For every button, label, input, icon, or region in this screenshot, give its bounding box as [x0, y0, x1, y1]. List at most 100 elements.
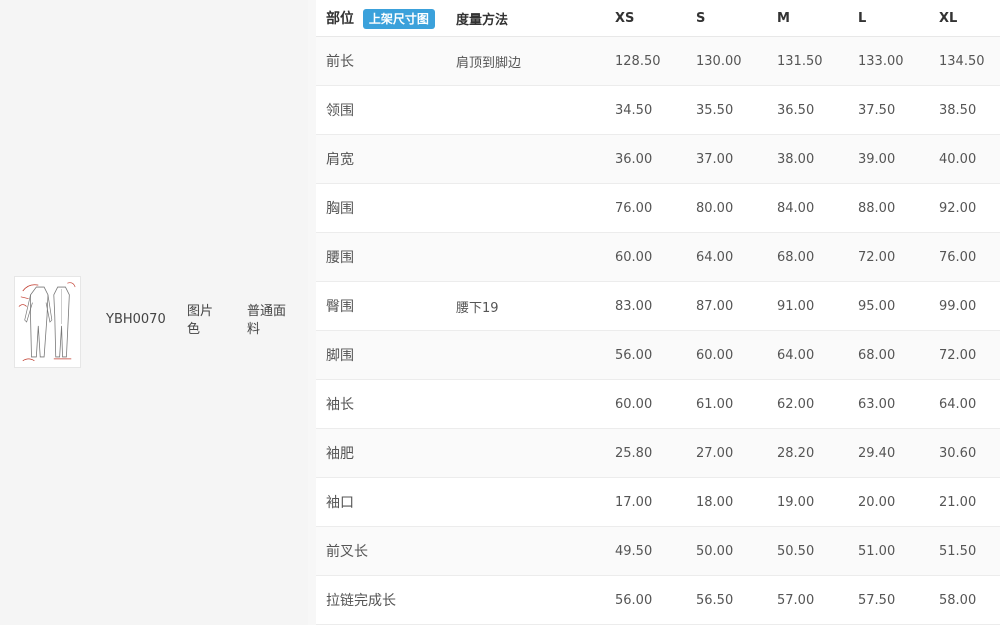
table-row: 袖长 60.00 61.00 62.00 63.00 64.00 [316, 379, 1000, 429]
cell-size-value: 36.00 [615, 134, 696, 184]
cell-size-value: 39.00 [858, 134, 939, 184]
cell-method [456, 85, 615, 135]
cell-size-value: 36.50 [777, 85, 858, 135]
cell-size-value: 25.80 [615, 428, 696, 478]
table-row: 腰围 60.00 64.00 68.00 72.00 76.00 [316, 232, 1000, 282]
cell-method [456, 134, 615, 184]
cell-method [456, 428, 615, 478]
cell-part: 袖口 [316, 477, 456, 527]
cell-size-value: 63.00 [858, 379, 939, 429]
cell-size-value: 64.00 [777, 330, 858, 380]
header-method: 度量方法 [456, 0, 615, 37]
cell-size-value: 19.00 [777, 477, 858, 527]
cell-size-value: 27.00 [696, 428, 777, 478]
table-header-row: 部位 上架尺寸图 度量方法 XS S M L XL [316, 0, 1000, 37]
cell-size-value: 62.00 [777, 379, 858, 429]
cell-size-value: 50.50 [777, 526, 858, 576]
cell-size-value: 38.00 [777, 134, 858, 184]
product-fabric: 普通面料 [247, 304, 287, 337]
cell-size-value: 20.00 [858, 477, 939, 527]
cell-size-value: 60.00 [615, 379, 696, 429]
cell-size-value: 58.00 [939, 575, 1000, 625]
garment-sketch-image [18, 282, 76, 362]
cell-size-value: 87.00 [696, 281, 777, 331]
cell-size-value: 72.00 [858, 232, 939, 282]
cell-method: 肩顶到脚边 [456, 36, 615, 86]
cell-method [456, 183, 615, 233]
cell-size-value: 56.50 [696, 575, 777, 625]
cell-size-value: 21.00 [939, 477, 1000, 527]
cell-size-value: 76.00 [939, 232, 1000, 282]
cell-size-value: 128.50 [615, 36, 696, 86]
header-size-xl: XL [939, 0, 1000, 37]
cell-size-value: 64.00 [939, 379, 1000, 429]
cell-size-value: 51.50 [939, 526, 1000, 576]
header-size-xs: XS [615, 0, 696, 37]
cell-part: 前长 [316, 36, 456, 86]
cell-size-value: 99.00 [939, 281, 1000, 331]
cell-part: 袖长 [316, 379, 456, 429]
cell-size-value: 60.00 [696, 330, 777, 380]
cell-method [456, 330, 615, 380]
cell-size-value: 80.00 [696, 183, 777, 233]
cell-size-value: 57.50 [858, 575, 939, 625]
cell-size-value: 28.20 [777, 428, 858, 478]
cell-size-value: 83.00 [615, 281, 696, 331]
cell-size-value: 35.50 [696, 85, 777, 135]
cell-part: 脚围 [316, 330, 456, 380]
table-row: 前叉长 49.50 50.00 50.50 51.00 51.50 [316, 526, 1000, 576]
cell-size-value: 68.00 [858, 330, 939, 380]
cell-method [456, 232, 615, 282]
cell-size-value: 68.00 [777, 232, 858, 282]
cell-size-value: 17.00 [615, 477, 696, 527]
cell-size-value: 49.50 [615, 526, 696, 576]
cell-size-value: 34.50 [615, 85, 696, 135]
size-chart-table-container: 部位 上架尺寸图 度量方法 XS S M L XL 前长 肩顶到脚边 128.50 1… [316, 0, 1000, 625]
table-row: 袖肥 25.80 27.00 28.20 29.40 30.60 [316, 428, 1000, 478]
cell-method: 腰下19 [456, 281, 615, 331]
cell-size-value: 38.50 [939, 85, 1000, 135]
cell-part: 臀围 [316, 281, 456, 331]
cell-part: 腰围 [316, 232, 456, 282]
table-row: 前长 肩顶到脚边 128.50 130.00 131.50 133.00 134.50 [316, 36, 1000, 86]
cell-size-value: 40.00 [939, 134, 1000, 184]
header-size-l: L [858, 0, 939, 37]
cell-method [456, 526, 615, 576]
product-code: YBH0070 [106, 312, 166, 327]
listing-size-chart-tag[interactable]: 上架尺寸图 [362, 8, 435, 29]
table-row: 袖口 17.00 18.00 19.00 20.00 21.00 [316, 477, 1000, 527]
cell-size-value: 84.00 [777, 183, 858, 233]
cell-size-value: 51.00 [858, 526, 939, 576]
cell-size-value: 133.00 [858, 36, 939, 86]
cell-size-value: 64.00 [696, 232, 777, 282]
size-chart-table: 部位 上架尺寸图 度量方法 XS S M L XL 前长 肩顶到脚边 128.50 1… [316, 0, 1000, 625]
cell-size-value: 37.00 [696, 134, 777, 184]
cell-size-value: 131.50 [777, 36, 858, 86]
product-color: 图片色 [187, 304, 214, 337]
cell-size-value: 130.00 [696, 36, 777, 86]
cell-size-value: 56.00 [615, 330, 696, 380]
cell-size-value: 92.00 [939, 183, 1000, 233]
cell-size-value: 60.00 [615, 232, 696, 282]
cell-method [456, 379, 615, 429]
cell-method [456, 575, 615, 625]
cell-size-value: 134.50 [939, 36, 1000, 86]
cell-size-value: 37.50 [858, 85, 939, 135]
cell-part: 胸围 [316, 183, 456, 233]
cell-size-value: 91.00 [777, 281, 858, 331]
cell-size-value: 95.00 [858, 281, 939, 331]
table-row: 臀围 腰下19 83.00 87.00 91.00 95.00 99.00 [316, 281, 1000, 331]
cell-size-value: 88.00 [858, 183, 939, 233]
cell-part: 前叉长 [316, 526, 456, 576]
cell-part: 肩宽 [316, 134, 456, 184]
product-sketch-thumbnail[interactable] [14, 276, 81, 368]
cell-size-value: 18.00 [696, 477, 777, 527]
header-part: 部位 上架尺寸图 [316, 0, 456, 37]
table-row: 胸围 76.00 80.00 84.00 88.00 92.00 [316, 183, 1000, 233]
cell-size-value: 30.60 [939, 428, 1000, 478]
cell-part: 领围 [316, 85, 456, 135]
cell-size-value: 50.00 [696, 526, 777, 576]
header-size-m: M [777, 0, 858, 37]
cell-size-value: 57.00 [777, 575, 858, 625]
cell-part: 拉链完成长 [316, 575, 456, 625]
